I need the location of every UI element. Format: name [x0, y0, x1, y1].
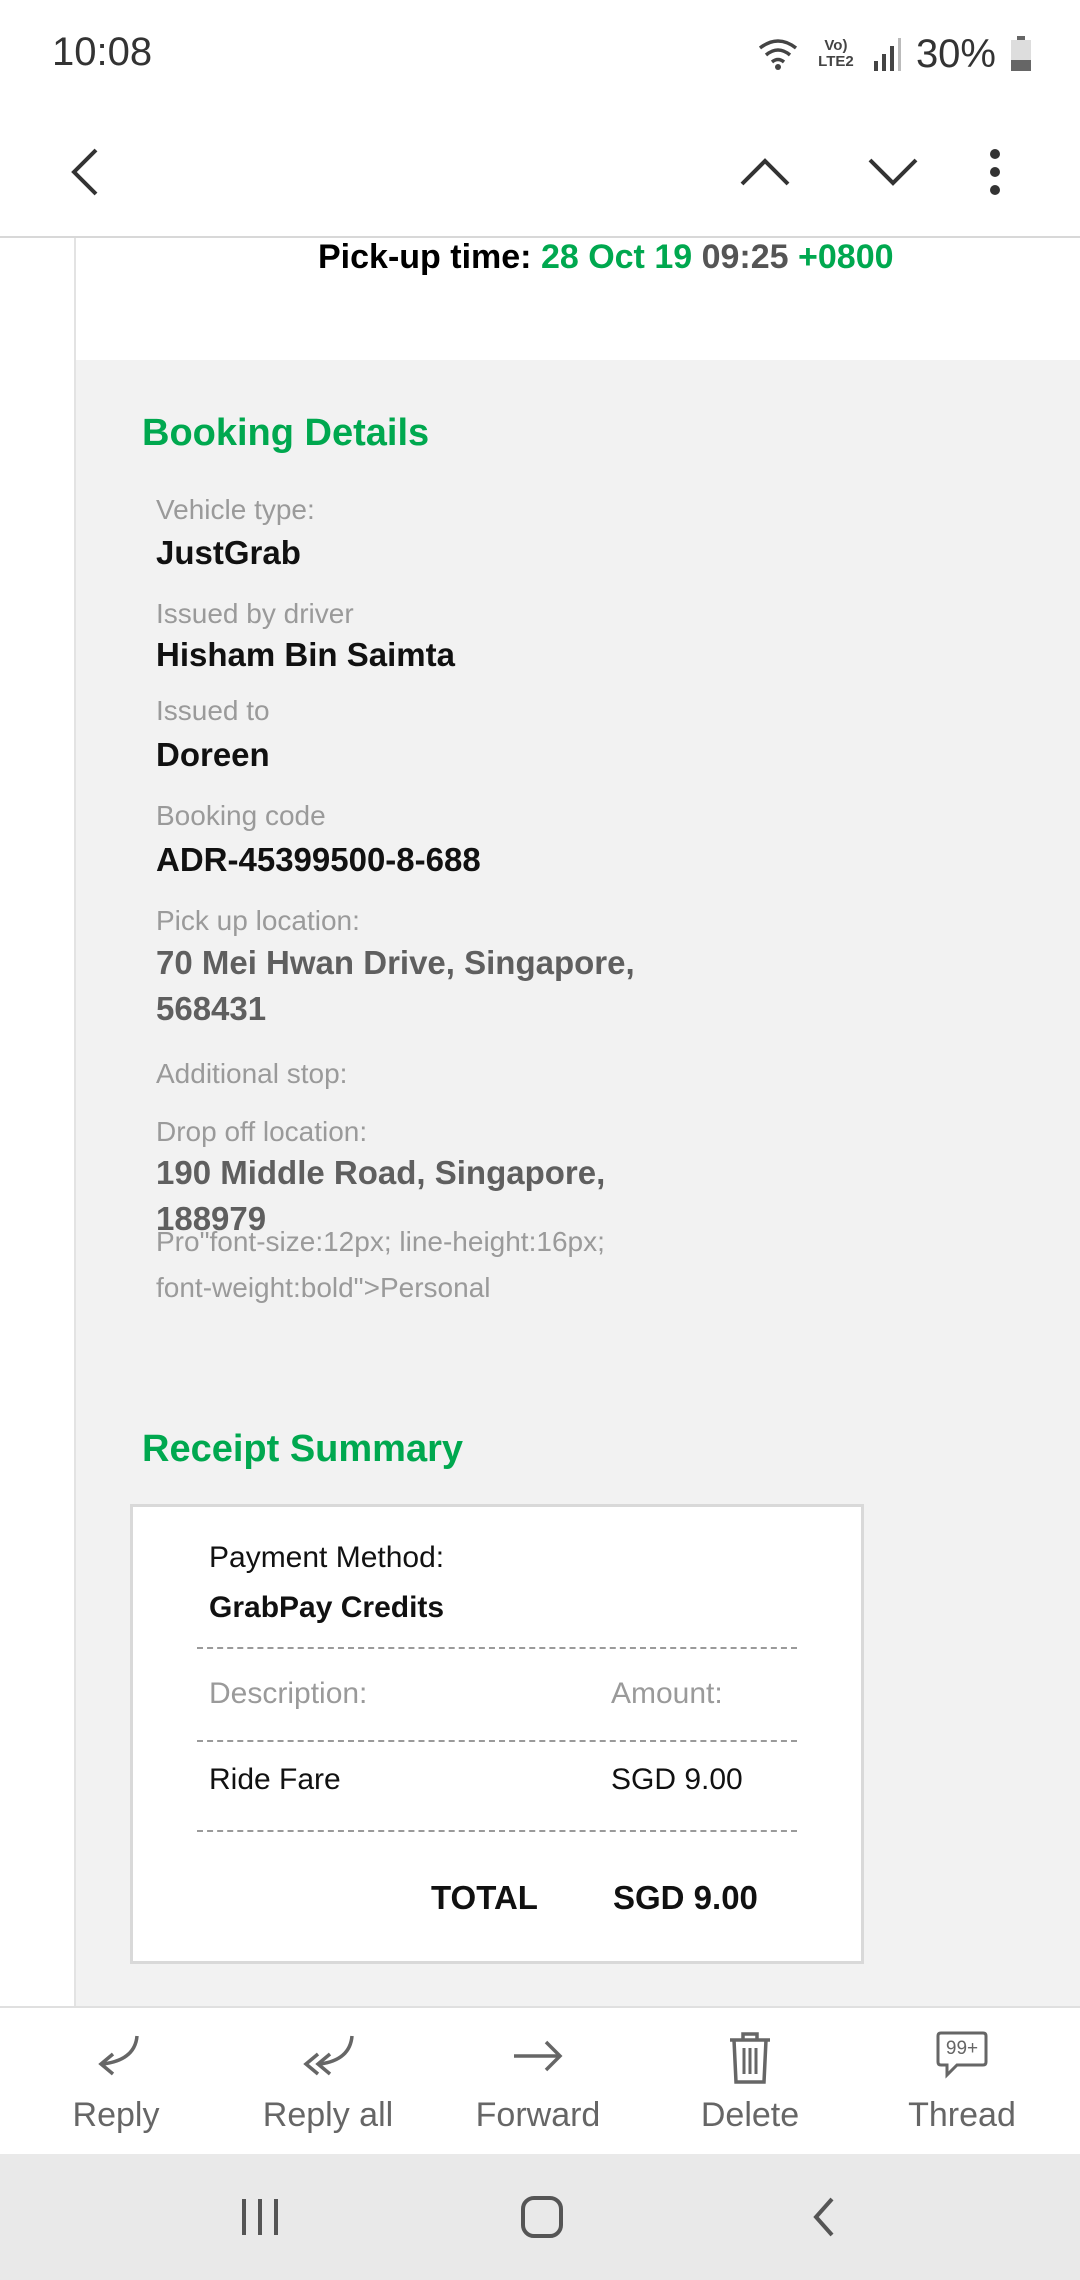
receipt-box: Payment Method: GrabPay Credits Descript…: [130, 1504, 864, 1964]
dropoff-location-label: Drop off location:: [156, 1116, 368, 1147]
additional-stop-label: Additional stop:: [156, 1058, 348, 1089]
total-label: TOTAL: [431, 1879, 538, 1916]
more-vertical-icon: [990, 149, 1000, 195]
vehicle-type-value: JustGrab: [156, 534, 301, 571]
booking-code-label: Booking code: [156, 800, 326, 831]
system-nav-bar: [0, 2154, 1080, 2280]
signal-icon: [873, 38, 901, 71]
divider: [197, 1740, 797, 1742]
thread-badge: 99+: [945, 2038, 979, 2059]
chevron-up-icon: [740, 158, 790, 186]
line-item-description: Ride Fare: [209, 1763, 341, 1796]
forward-arrow-icon: [514, 2040, 563, 2072]
email-body[interactable]: Pick-up time: 28 Oct 19 09:25 +0800 Book…: [0, 238, 1080, 2006]
reply-button[interactable]: Reply: [8, 2008, 224, 2156]
recent-apps-icon: [242, 2199, 278, 2235]
driver-name: Hisham Bin Saimta: [156, 636, 455, 673]
booking-details-title: Booking Details: [142, 412, 430, 454]
status-time: 10:08: [52, 30, 153, 74]
line-item-amount: SGD 9.00: [611, 1763, 743, 1796]
thread-icon: 99+: [935, 2030, 989, 2080]
forward-button[interactable]: Forward: [430, 2008, 646, 2156]
nav-back-button[interactable]: [784, 2184, 864, 2250]
reply-label: Reply: [72, 2096, 160, 2134]
vehicle-type-label: Vehicle type:: [156, 494, 315, 525]
reply-all-label: Reply all: [262, 2096, 394, 2134]
reply-icon: [98, 2035, 139, 2076]
home-icon: [521, 2196, 563, 2238]
pickup-date: 28 Oct 19: [540, 238, 693, 276]
profile-note: Pro"font-size:12px; line-height:16px; fo…: [156, 1226, 605, 1303]
reply-all-button[interactable]: Reply all: [220, 2008, 436, 2156]
receipt-summary-title: Receipt Summary: [142, 1428, 464, 1470]
pickup-time-label: Pick-up time:: [318, 238, 532, 276]
network-type-label: Vo) LTE2: [818, 37, 854, 70]
booking-code-value: ADR-45399500-8-688: [156, 841, 481, 878]
email-toolbar: [0, 110, 1080, 238]
pickup-location-value: 70 Mei Hwan Drive, Singapore, 568431: [156, 944, 635, 1027]
delete-label: Delete: [700, 2096, 800, 2134]
divider: [197, 1830, 797, 1832]
payment-method-label: Payment Method:: [209, 1541, 445, 1574]
thread-button[interactable]: 99+ Thread: [854, 2008, 1070, 2156]
driver-label: Issued by driver: [156, 598, 354, 629]
pickup-clock: 09:25: [701, 238, 789, 276]
pickup-time-row: Pick-up time: 28 Oct 19 09:25 +0800: [76, 238, 1080, 360]
reply-all-icon: [303, 2035, 354, 2076]
forward-label: Forward: [475, 2096, 601, 2134]
status-icons: Vo) LTE2 30%: [756, 28, 1032, 80]
email-actions-bar: Reply Reply all Forward Delete 99+ Threa…: [0, 2006, 1080, 2154]
pickup-timezone: +0800: [798, 238, 894, 276]
trash-icon: [730, 2032, 770, 2084]
divider: [197, 1647, 797, 1649]
previous-email-button[interactable]: [730, 132, 800, 212]
issued-to-label: Issued to: [156, 695, 270, 726]
chevron-down-icon: [868, 158, 918, 186]
back-arrow-icon: [71, 148, 98, 196]
back-button[interactable]: [50, 132, 120, 212]
thread-label: Thread: [908, 2096, 1016, 2134]
issued-to-value: Doreen: [156, 736, 270, 773]
recent-apps-button[interactable]: [220, 2184, 300, 2250]
total-value: SGD 9.00: [613, 1879, 758, 1916]
pickup-location-label: Pick up location:: [156, 905, 360, 936]
description-header: Description:: [209, 1677, 368, 1710]
delete-button[interactable]: Delete: [642, 2008, 858, 2156]
battery-percent: 30%: [915, 31, 996, 76]
wifi-icon: [758, 39, 798, 70]
payment-method-value: GrabPay Credits: [209, 1591, 445, 1624]
battery-icon: [1011, 36, 1031, 71]
amount-header: Amount:: [611, 1677, 723, 1710]
status-bar: 10:08 Vo) LTE2 30%: [0, 0, 1080, 110]
home-button[interactable]: [502, 2184, 582, 2250]
nav-back-icon: [813, 2197, 834, 2237]
more-options-button[interactable]: [960, 132, 1030, 212]
next-email-button[interactable]: [858, 132, 928, 212]
